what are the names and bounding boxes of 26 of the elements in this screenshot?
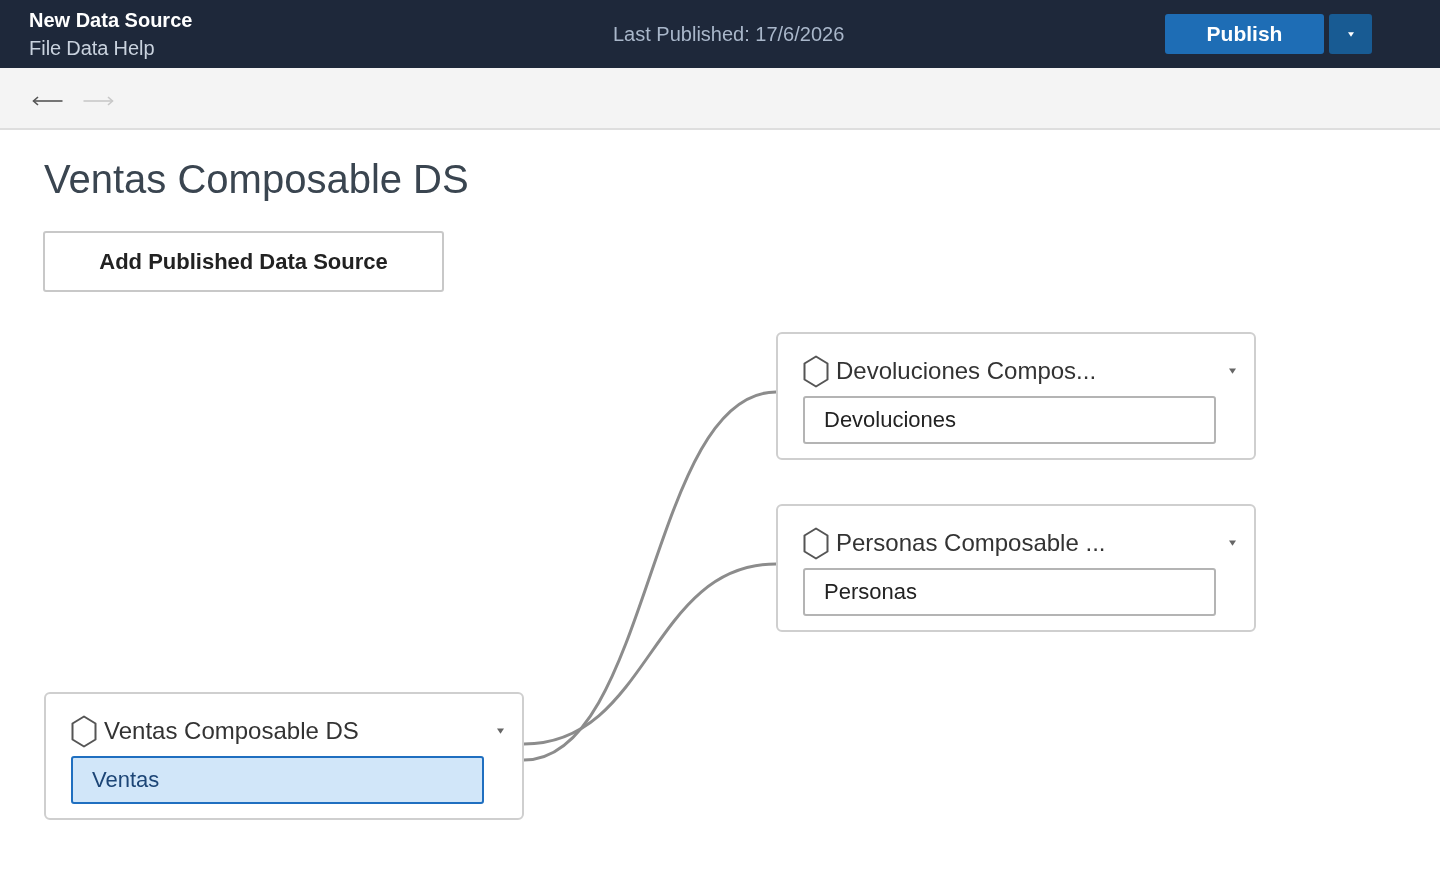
table-item[interactable]: Devoluciones (803, 396, 1216, 444)
arrow-left-icon (32, 96, 63, 106)
node-title: Personas Composable ... (836, 529, 1106, 557)
arrow-right-icon (83, 96, 114, 106)
publish-button[interactable]: Publish (1165, 14, 1324, 54)
hexagon-icon (71, 714, 97, 748)
node-title: Ventas Composable DS (104, 717, 359, 745)
menu-item[interactable]: Help (113, 34, 155, 62)
caret-icon[interactable] (497, 728, 504, 734)
page-title: Ventas Composable DS (44, 156, 469, 203)
table-item[interactable]: Personas (803, 568, 1216, 616)
data-source-node[interactable]: Devoluciones Compos... Devoluciones (776, 332, 1256, 460)
caret-icon[interactable] (1229, 540, 1236, 546)
node-title: Devoluciones Compos... (836, 357, 1097, 385)
hexagon-icon (803, 526, 829, 560)
add-data-source-button[interactable]: Add Published Data Source (43, 231, 444, 292)
app-title: New Data Source (29, 8, 194, 33)
caret-icon[interactable] (1229, 368, 1236, 374)
last-published-text: Last Published: 17/6/2026 (613, 22, 845, 47)
caret-icon (1347, 31, 1354, 37)
data-source-node[interactable]: Personas Composable ... Personas (776, 504, 1256, 632)
table-item[interactable]: Ventas (71, 756, 484, 804)
data-source-node[interactable]: Ventas Composable DS Ventas (44, 692, 524, 820)
menu-item[interactable]: Data (66, 34, 109, 62)
menu-item[interactable]: File (29, 34, 62, 62)
hexagon-icon (803, 354, 829, 388)
